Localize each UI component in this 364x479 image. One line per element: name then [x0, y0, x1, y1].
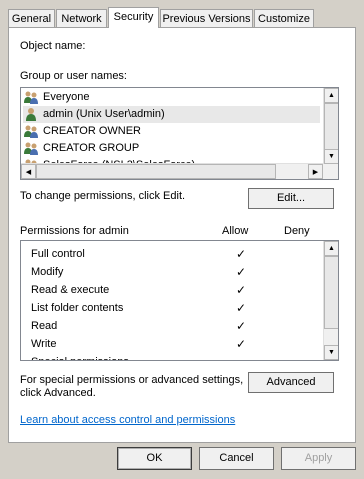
tab-security[interactable]: Security	[108, 7, 159, 28]
cancel-button[interactable]: Cancel	[199, 447, 274, 470]
tab-network[interactable]: Network	[56, 9, 107, 27]
edit-button[interactable]: Edit...	[248, 188, 334, 209]
allow-header: Allow	[222, 225, 249, 237]
scroll-down-icon[interactable]: ▼	[324, 149, 338, 164]
user-list-item-label: CREATOR OWNER	[43, 125, 141, 137]
allow-check-icon: ✓	[235, 301, 247, 315]
allow-check-icon: ✓	[235, 247, 247, 261]
permissions-vscroll[interactable]: ▲ ▼	[323, 241, 338, 360]
object-name-label: Object name:	[20, 40, 86, 52]
user-list-item-label: admin (Unix User\admin)	[43, 108, 165, 120]
scroll-right-icon[interactable]: ▶	[308, 164, 323, 179]
special-permissions-text-2: click Advanced.	[20, 387, 96, 399]
special-permissions-text-1: For special permissions or advanced sett…	[20, 374, 244, 386]
group-icon	[23, 90, 39, 105]
allow-check-icon: ✓	[235, 319, 247, 333]
tab-security-label: Security	[113, 11, 154, 23]
allow-check-icon: ✓	[235, 283, 247, 297]
user-list-vscroll[interactable]: ▲ ▼	[323, 88, 338, 164]
user-list-item[interactable]: Everyone	[23, 89, 320, 106]
group-icon	[23, 141, 39, 156]
permission-row: List folder contents	[31, 302, 124, 314]
permission-row: Write	[31, 338, 57, 350]
group-icon	[23, 124, 39, 139]
permissions-list[interactable]: Full control ✓ Modify ✓ Read & execute ✓ List …	[20, 240, 339, 361]
tab-previous-versions[interactable]: Previous Versions	[160, 9, 253, 27]
scroll-corner	[323, 164, 338, 179]
user-list-item[interactable]: admin (Unix User\admin)	[23, 106, 320, 123]
tab-general-label: General	[11, 13, 52, 25]
apply-button[interactable]: Apply	[281, 447, 356, 470]
user-list-item-label: Everyone	[43, 91, 90, 103]
scroll-left-icon[interactable]: ◀	[21, 164, 36, 179]
user-list[interactable]: Everyone admin (Unix User\admin) CREATOR O…	[20, 87, 339, 180]
permission-row: Modify	[31, 266, 64, 278]
tab-network-label: Network	[61, 13, 102, 25]
permissions-header: Permissions for admin	[20, 225, 129, 237]
user-list-item-label: CREATOR GROUP	[43, 142, 140, 154]
allow-check-icon: ✓	[235, 265, 247, 279]
permission-row: Special permissions	[31, 353, 129, 360]
deny-header: Deny	[284, 225, 310, 237]
scroll-up-icon[interactable]: ▲	[324, 88, 338, 103]
permission-row: Read & execute	[31, 284, 110, 296]
allow-check-icon: ✓	[235, 337, 247, 351]
change-permissions-text: To change permissions, click Edit.	[20, 190, 186, 202]
tab-general[interactable]: General	[8, 9, 55, 27]
tab-customize[interactable]: Customize	[254, 9, 314, 27]
user-list-item[interactable]: CREATOR OWNER	[23, 123, 320, 140]
perm-scroll-down-icon[interactable]: ▼	[324, 345, 338, 360]
user-icon	[23, 107, 39, 122]
ok-button[interactable]: OK	[117, 447, 192, 470]
scroll-thumb[interactable]	[324, 103, 338, 155]
user-list-hscroll[interactable]: ◀ ▶	[21, 163, 323, 179]
permission-row: Read	[31, 320, 58, 332]
hscroll-thumb[interactable]	[36, 164, 276, 179]
user-list-item[interactable]: CREATOR GROUP	[23, 140, 320, 157]
perm-scroll-thumb[interactable]	[324, 256, 338, 329]
learn-access-control-link[interactable]: Learn about access control and permissio…	[20, 414, 235, 426]
tab-customize-label: Customize	[258, 13, 310, 25]
advanced-button[interactable]: Advanced	[248, 372, 334, 393]
perm-scroll-up-icon[interactable]: ▲	[324, 241, 338, 256]
tab-previous-versions-label: Previous Versions	[162, 13, 251, 25]
security-panel: Object name: Group or user names: Everyo…	[8, 27, 356, 443]
permission-row: Full control	[31, 248, 85, 260]
group-label: Group or user names:	[20, 70, 127, 82]
